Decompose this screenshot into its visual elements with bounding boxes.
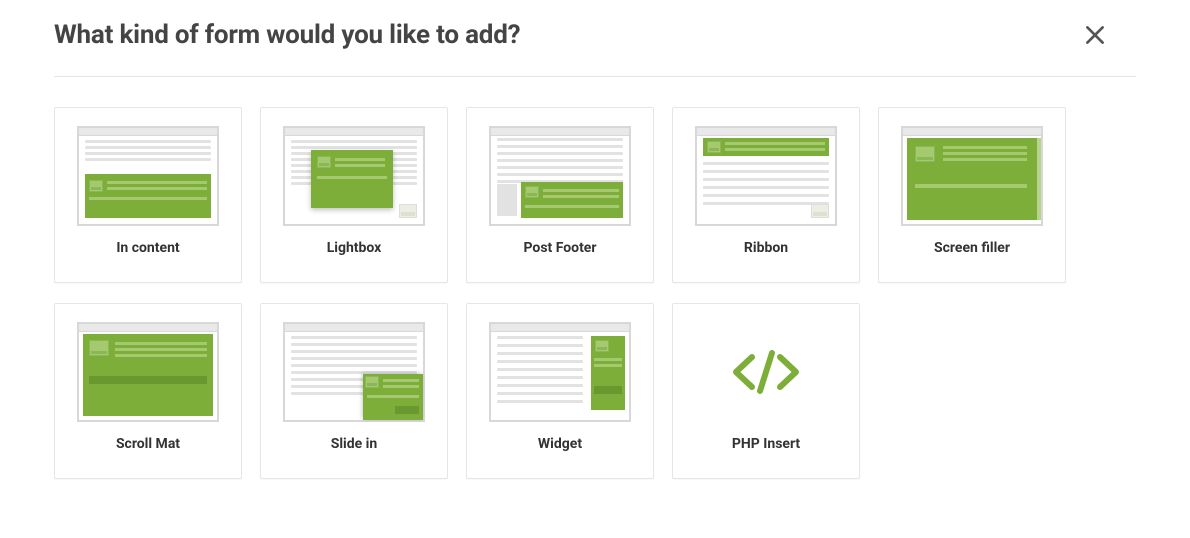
option-screen-filler[interactable]: Screen filler xyxy=(878,107,1066,283)
option-label: Lightbox xyxy=(327,240,382,256)
option-post-footer[interactable]: Post Footer xyxy=(466,107,654,283)
option-label: Slide in xyxy=(331,436,378,452)
option-label: Post Footer xyxy=(523,240,596,256)
in-content-icon xyxy=(77,126,219,226)
option-in-content[interactable]: In content xyxy=(54,107,242,283)
option-slide-in[interactable]: Slide in xyxy=(260,303,448,479)
screen-filler-icon xyxy=(901,126,1043,226)
code-icon xyxy=(695,322,837,422)
option-label: Widget xyxy=(538,436,582,452)
option-label: In content xyxy=(116,240,179,256)
slide-in-icon xyxy=(283,322,425,422)
close-icon xyxy=(1082,36,1108,51)
option-label: Screen filler xyxy=(934,240,1010,256)
ribbon-icon xyxy=(695,126,837,226)
lightbox-icon xyxy=(283,126,425,226)
option-widget[interactable]: Widget xyxy=(466,303,654,479)
option-lightbox[interactable]: Lightbox xyxy=(260,107,448,283)
option-php-insert[interactable]: PHP Insert xyxy=(672,303,860,479)
option-label: Ribbon xyxy=(744,240,788,256)
option-label: Scroll Mat xyxy=(116,436,180,452)
widget-icon xyxy=(489,322,631,422)
dialog-header: What kind of form would you like to add? xyxy=(54,20,1136,77)
form-type-chooser: What kind of form would you like to add?… xyxy=(0,0,1190,509)
scroll-mat-icon xyxy=(77,322,219,422)
post-footer-icon xyxy=(489,126,631,226)
close-button[interactable] xyxy=(1078,18,1112,55)
option-ribbon[interactable]: Ribbon xyxy=(672,107,860,283)
option-label: PHP Insert xyxy=(732,436,800,452)
form-type-grid: In content Lightbox xyxy=(54,107,1136,479)
dialog-title: What kind of form would you like to add? xyxy=(54,20,520,50)
option-scroll-mat[interactable]: Scroll Mat xyxy=(54,303,242,479)
